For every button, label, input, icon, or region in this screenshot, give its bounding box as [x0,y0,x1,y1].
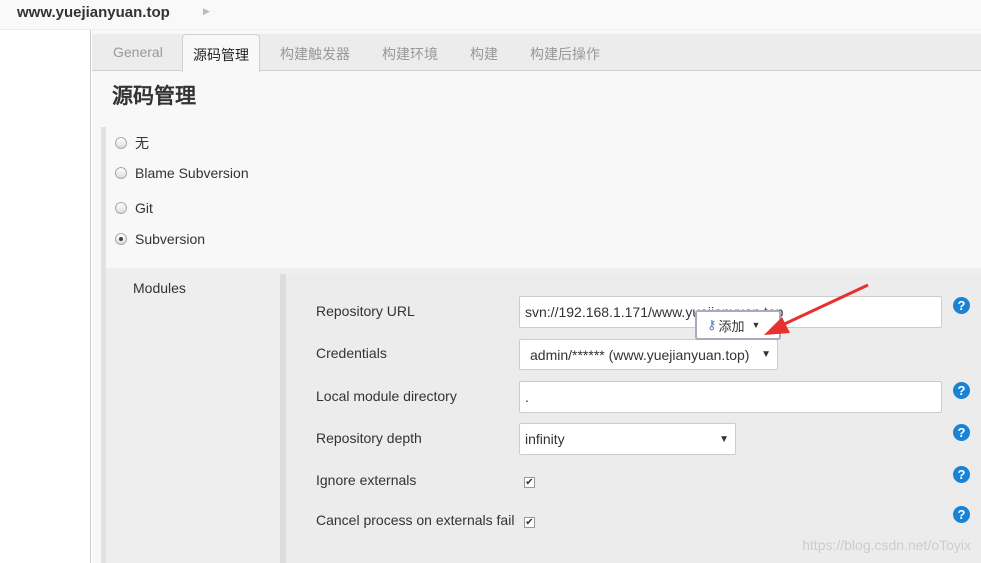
radio-git[interactable]: Git [115,200,153,216]
left-sidebar [0,30,91,563]
local-dir-label: Local module directory [316,388,457,404]
tab-environment[interactable]: 构建环境 [382,44,438,64]
help-icon[interactable]: ? [953,382,970,399]
radio-subversion[interactable]: Subversion [115,231,205,247]
ignore-externals-label: Ignore externals [316,472,417,488]
tab-bar: General 源码管理 构建触发器 构建环境 构建 构建后操作 [92,34,981,72]
cancel-process-label: Cancel process on externals fail [316,512,515,528]
tab-post-build[interactable]: 构建后操作 [530,44,600,64]
breadcrumb-arrow-icon[interactable]: ▶ [203,6,210,17]
dropdown-arrow-icon: ▼ [719,433,729,445]
credentials-label: Credentials [316,345,387,361]
local-dir-input[interactable]: . [519,381,942,413]
radio-none[interactable]: 无 [115,133,149,153]
ignore-externals-checkbox[interactable]: ✔ [524,477,535,488]
tab-triggers[interactable]: 构建触发器 [280,44,350,64]
tab-scm[interactable]: 源码管理 [182,34,260,72]
depth-label: Repository depth [316,430,422,446]
dropdown-arrow-icon: ▼ [761,349,771,360]
help-icon[interactable]: ? [953,424,970,441]
tab-build[interactable]: 构建 [470,44,498,64]
breadcrumb-site[interactable]: www.yuejianyuan.top [17,4,170,21]
page-title: 源码管理 [112,85,196,108]
radio-blame-subversion[interactable]: Blame Subversion [115,165,249,181]
repository-url-label: Repository URL [316,303,415,319]
help-icon[interactable]: ? [953,297,970,314]
top-bar: www.yuejianyuan.top ▶ [0,0,981,30]
depth-select[interactable]: infinity ▼ [519,423,736,455]
modules-label: Modules [133,280,186,296]
help-icon[interactable]: ? [953,506,970,523]
cancel-process-checkbox[interactable]: ✔ [524,517,535,528]
watermark: https://blog.csdn.net/oToyix [802,537,971,553]
key-icon: ⚷ [707,317,717,332]
credentials-select[interactable]: admin/****** (www.yuejianyuan.top) ▼ [519,339,778,370]
tab-general[interactable]: General [113,44,163,60]
help-icon[interactable]: ? [953,466,970,483]
annotation-arrow [764,283,869,335]
